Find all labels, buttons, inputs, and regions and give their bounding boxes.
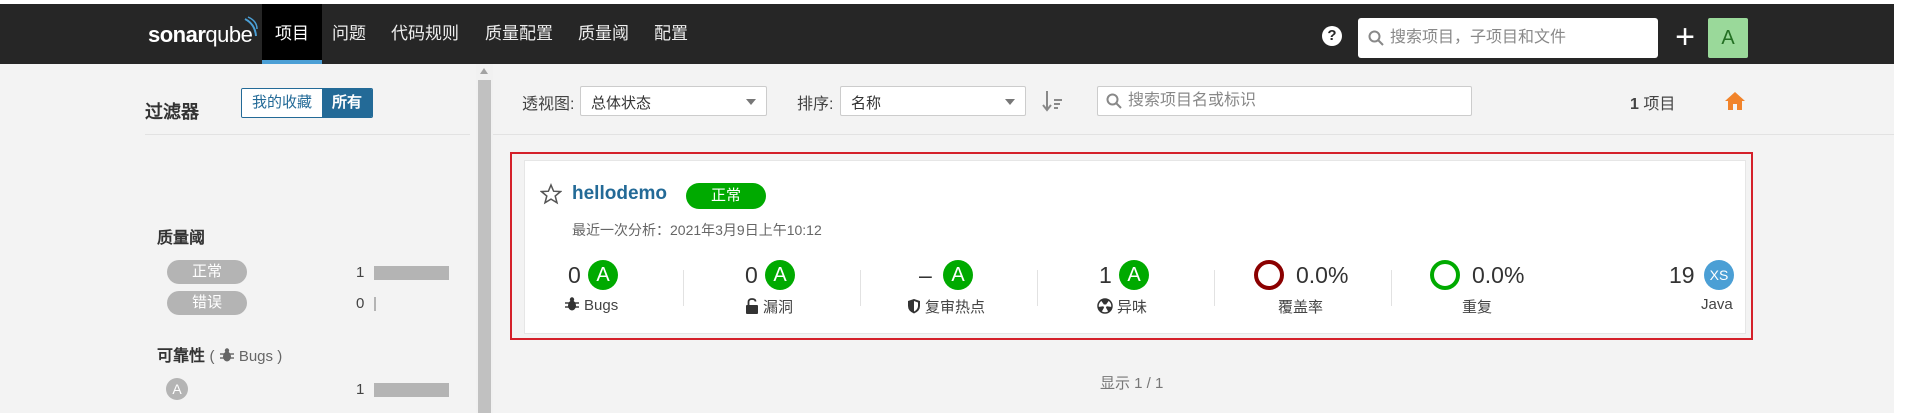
- facet-reliability-title[interactable]: 可靠性 ( Bugs ): [157, 342, 282, 366]
- divider: [145, 134, 470, 135]
- nav-administration[interactable]: 配置: [641, 4, 701, 64]
- divider: [1214, 270, 1215, 306]
- facet-qg-passed-bar: [374, 266, 449, 280]
- vulnerabilities-rating: A: [765, 260, 795, 290]
- chevron-down-icon: [746, 99, 756, 105]
- sort-label: 排序:: [797, 96, 834, 113]
- chevron-down-icon: [1005, 99, 1015, 105]
- global-search-input[interactable]: [1390, 18, 1650, 58]
- perspective-select[interactable]: 总体状态: [580, 86, 767, 116]
- duplications-label: 重复: [1462, 299, 1493, 316]
- add-project-icon[interactable]: +: [1670, 18, 1700, 58]
- last-analysis-date: 最近一次分析：2021年3月9日上午10:12: [572, 222, 822, 238]
- quality-gate-badge: 正常: [686, 183, 766, 209]
- bugs-rating: A: [588, 260, 618, 290]
- facet-reliability-a-bar: [374, 383, 449, 397]
- user-avatar[interactable]: A: [1708, 18, 1748, 58]
- facet-qg-failed-count: 0: [356, 295, 365, 312]
- favorites-all-toggle[interactable]: 我的收藏 所有: [241, 88, 374, 118]
- nav-projects[interactable]: 项目: [262, 4, 322, 64]
- nav-issues[interactable]: 问题: [319, 4, 379, 64]
- top-navbar: sonarqube 项目 问题 代码规则 质量配置 质量阈 配置 ? + A: [0, 4, 1894, 64]
- filters-title: 过滤器: [145, 102, 199, 122]
- projects-count: 1 项目: [1630, 96, 1676, 113]
- divider: [493, 134, 1894, 135]
- divider: [1037, 270, 1038, 306]
- bugs-value: 0: [568, 262, 581, 288]
- divider: [860, 270, 861, 306]
- code-smells-label: 异味: [1097, 296, 1147, 317]
- project-name-link[interactable]: hellodemo: [572, 183, 667, 205]
- hotspots-label: 复审热点: [907, 296, 985, 317]
- toggle-all[interactable]: 所有: [322, 89, 373, 117]
- language-label: Java: [1701, 296, 1733, 313]
- vulnerabilities-value: 0: [745, 262, 758, 288]
- shield-icon: [908, 299, 920, 314]
- coverage-label: 覆盖率: [1278, 299, 1324, 316]
- duplications-ring: [1430, 260, 1460, 290]
- duplications-value: 0.0%: [1472, 262, 1525, 288]
- bug-icon: [565, 297, 579, 311]
- facet-qg-passed-count: 1: [356, 264, 365, 281]
- star-icon[interactable]: [540, 183, 562, 205]
- nav-rules[interactable]: 代码规则: [378, 4, 472, 64]
- code-smells-value: 1: [1099, 262, 1112, 288]
- sort-direction-icon[interactable]: [1042, 90, 1064, 112]
- scroll-up-icon[interactable]: [480, 68, 488, 74]
- facet-qg-failed-bar: [374, 297, 376, 311]
- size-badge: XS: [1704, 260, 1734, 290]
- radiation-icon: [1097, 298, 1113, 314]
- bugs-label: Bugs: [564, 296, 618, 314]
- search-icon: [1368, 30, 1384, 46]
- coverage-donut: [1254, 260, 1284, 290]
- facet-reliability-a[interactable]: A: [166, 378, 188, 400]
- lines-value: 19: [1669, 262, 1695, 288]
- toggle-favorites[interactable]: 我的收藏: [242, 89, 323, 117]
- hotspots-rating: A: [943, 260, 973, 290]
- sidebar-scroll-thumb[interactable]: [478, 80, 491, 413]
- coverage-value: 0.0%: [1296, 262, 1349, 288]
- nav-quality-gates[interactable]: 质量阈: [565, 4, 642, 64]
- nav-quality-profiles[interactable]: 质量配置: [472, 4, 566, 64]
- bug-icon: [219, 348, 234, 362]
- help-icon[interactable]: ?: [1322, 26, 1342, 46]
- lock-icon: [746, 298, 758, 314]
- sort-select[interactable]: 名称: [840, 86, 1026, 116]
- global-search[interactable]: [1358, 18, 1658, 58]
- project-search-input[interactable]: [1128, 87, 1463, 115]
- project-search[interactable]: [1097, 86, 1472, 116]
- facet-quality-gate-title[interactable]: 质量阈: [157, 224, 205, 248]
- facet-reliability-a-count: 1: [356, 381, 365, 398]
- home-icon[interactable]: [1724, 90, 1746, 112]
- search-icon: [1106, 93, 1122, 109]
- divider: [1391, 270, 1392, 306]
- sonarqube-logo[interactable]: sonarqube: [148, 22, 253, 48]
- logo-wave-icon: [244, 16, 258, 37]
- divider: [683, 270, 684, 306]
- code-smells-rating: A: [1119, 260, 1149, 290]
- vulnerabilities-label: 漏洞: [745, 296, 793, 317]
- facet-reliability-sub: ( Bugs ): [209, 348, 283, 365]
- facet-qg-passed[interactable]: 正常: [167, 260, 247, 284]
- pagination-footer: 显示 1 / 1: [1100, 375, 1164, 392]
- facet-qg-failed[interactable]: 错误: [167, 291, 247, 315]
- hotspots-value: –: [919, 262, 932, 288]
- perspective-label: 透视图:: [522, 96, 575, 113]
